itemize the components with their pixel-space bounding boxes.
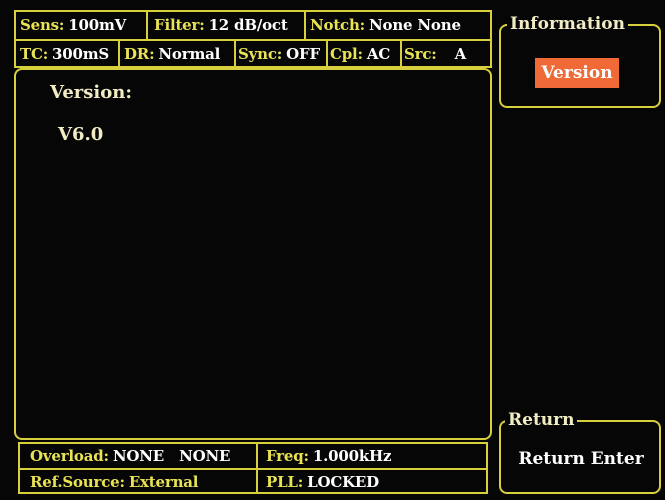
sync-value: OFF xyxy=(286,45,320,63)
filter-value: 12 dB/oct xyxy=(208,16,288,34)
divider xyxy=(400,39,402,68)
freq-value: 1.000kHz xyxy=(312,447,392,465)
dr-value: Normal xyxy=(158,45,221,63)
version-button[interactable]: Version xyxy=(535,58,619,88)
cpl-label: Cpl: xyxy=(330,45,363,63)
lockin-amplifier-screen: Sens: 100mV Filter: 12 dB/oct Notch: Non… xyxy=(0,0,665,500)
notch-value: None None xyxy=(369,16,461,34)
notch-readout: Notch: None None xyxy=(310,12,461,38)
ref-source-label: Ref.Source: xyxy=(30,473,125,491)
src-value: A xyxy=(454,45,467,63)
cpl-value: AC xyxy=(366,45,391,63)
ref-source-readout: Ref.Source: External xyxy=(30,470,202,494)
filter-label: Filter: xyxy=(154,16,205,34)
divider xyxy=(146,12,148,39)
divider xyxy=(326,39,328,68)
status-top-panel: Sens: 100mV Filter: 12 dB/oct Notch: Non… xyxy=(14,10,492,68)
notch-label: Notch: xyxy=(310,16,366,34)
tc-readout: TC: 300mS xyxy=(20,41,109,67)
sync-label: Sync: xyxy=(238,45,283,63)
src-label: Src: xyxy=(404,45,437,63)
tc-label: TC: xyxy=(20,45,49,63)
sens-value: 100mV xyxy=(68,16,127,34)
divider xyxy=(304,12,306,39)
main-display-panel: Version: V6.0 xyxy=(14,68,492,440)
status-bottom-panel: Overload: NONE NONE Freq: 1.000kHz Ref.S… xyxy=(18,442,488,494)
version-heading: Version: xyxy=(50,82,132,103)
dr-readout: DR: Normal xyxy=(124,41,220,67)
freq-readout: Freq: 1.000kHz xyxy=(266,444,392,468)
overload-value: NONE NONE xyxy=(112,447,231,465)
return-group: Return Return Enter xyxy=(499,411,661,494)
divider xyxy=(118,39,120,68)
sync-readout: Sync: OFF xyxy=(238,41,320,67)
information-group: Information Version xyxy=(499,15,661,108)
divider xyxy=(234,39,236,68)
dr-label: DR: xyxy=(124,45,155,63)
information-title: Information xyxy=(507,15,628,33)
overload-label: Overload: xyxy=(30,447,109,465)
cpl-readout: Cpl: AC xyxy=(330,41,390,67)
src-readout: Src: A xyxy=(404,41,466,67)
pll-value: LOCKED xyxy=(307,473,379,491)
sens-readout: Sens: 100mV xyxy=(20,12,126,38)
tc-value: 300mS xyxy=(52,45,110,63)
overload-readout: Overload: NONE NONE xyxy=(30,444,230,468)
filter-readout: Filter: 12 dB/oct xyxy=(154,12,288,38)
pll-label: PLL: xyxy=(266,473,304,491)
version-value: V6.0 xyxy=(58,124,104,145)
ref-source-value: External xyxy=(128,473,199,491)
divider xyxy=(256,444,258,492)
sens-label: Sens: xyxy=(20,16,65,34)
pll-readout: PLL: LOCKED xyxy=(266,470,379,494)
return-enter-button[interactable]: Return Enter xyxy=(509,442,653,476)
return-title: Return xyxy=(505,411,578,429)
freq-label: Freq: xyxy=(266,447,309,465)
